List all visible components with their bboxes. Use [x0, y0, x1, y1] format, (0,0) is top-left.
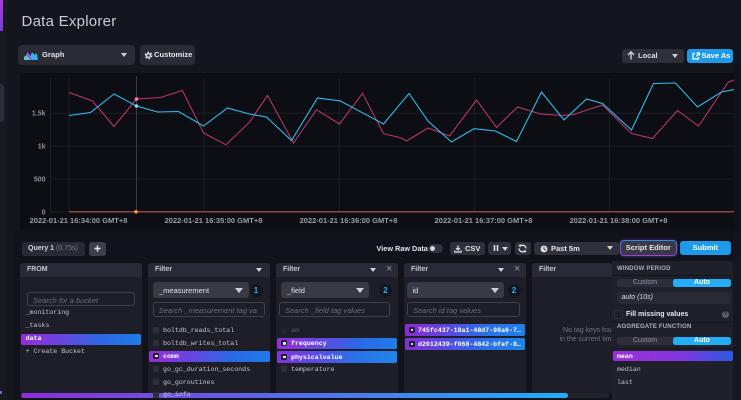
- svg-text:2022-01-21 16:36:00 GMT+8: 2022-01-21 16:36:00 GMT+8: [299, 216, 397, 225]
- svg-text:500: 500: [33, 177, 45, 184]
- svg-text:1k: 1k: [37, 144, 45, 151]
- svg-text:2022-01-21 16:37:00 GMT+8: 2022-01-21 16:37:00 GMT+8: [434, 216, 532, 225]
- svg-text:2022-01-21 16:34:00 GMT+8: 2022-01-21 16:34:00 GMT+8: [29, 216, 127, 225]
- svg-text:1.5k: 1.5k: [31, 111, 45, 118]
- svg-text:2022-01-21 16:38:00 GMT+8: 2022-01-21 16:38:00 GMT+8: [569, 216, 667, 225]
- svg-text:2022-01-21 16:35:00 GMT+8: 2022-01-21 16:35:00 GMT+8: [164, 216, 262, 225]
